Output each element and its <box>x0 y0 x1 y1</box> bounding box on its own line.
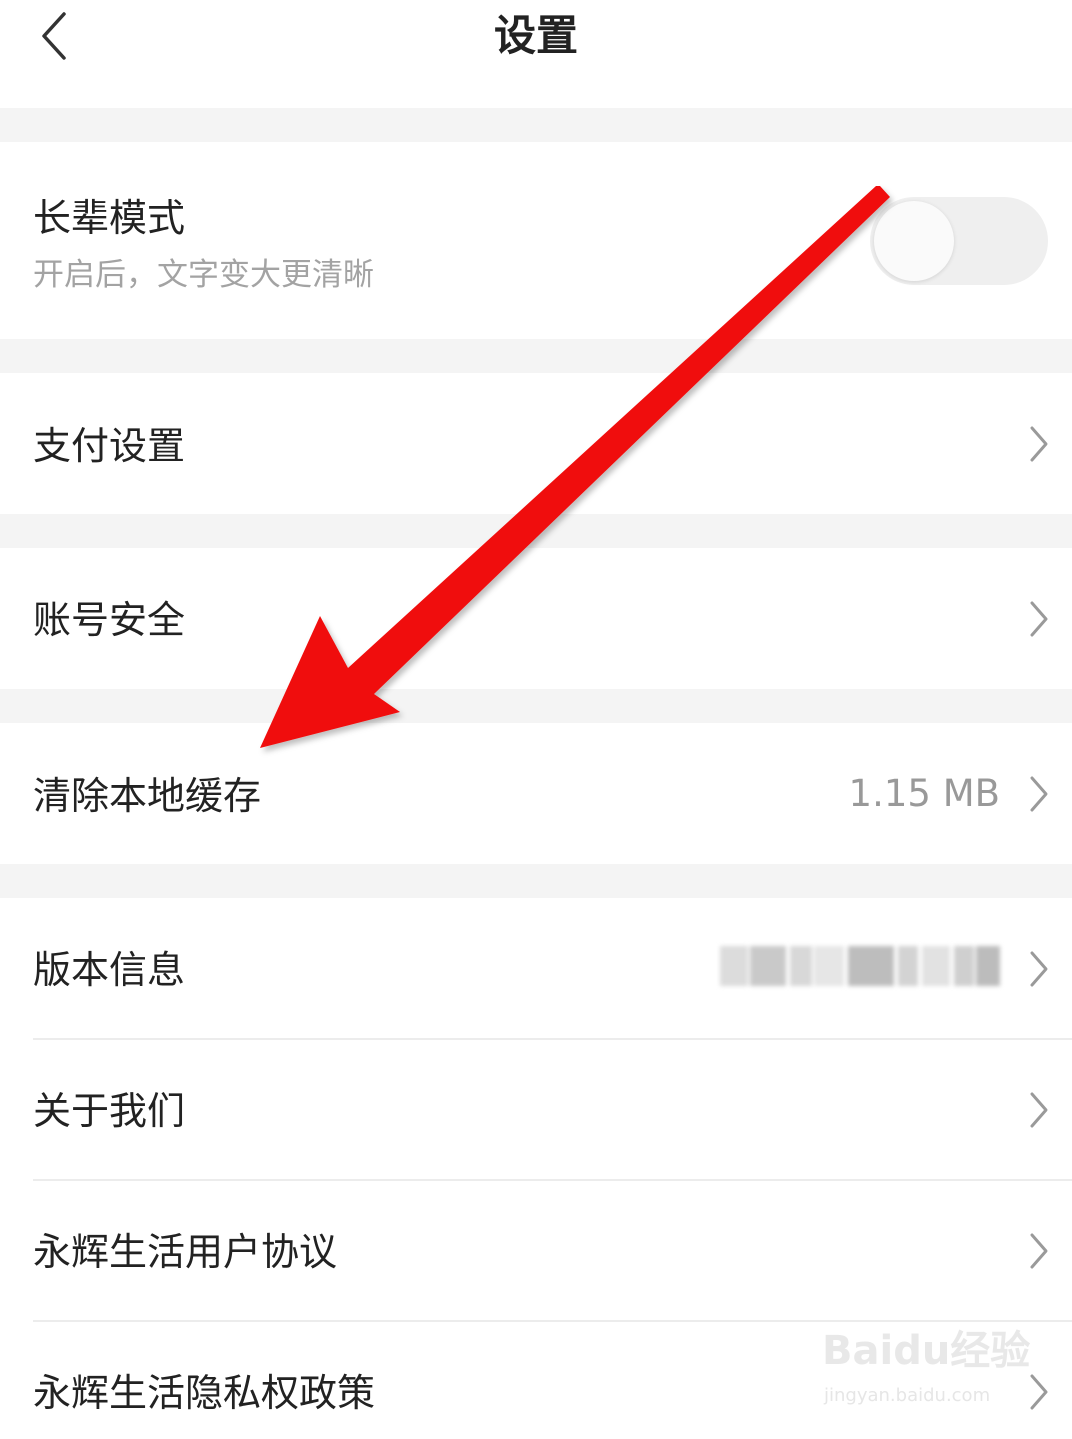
chevron-right-icon <box>1030 1092 1048 1128</box>
watermark-url: jingyan.baidu.com <box>824 1385 991 1406</box>
account-security-label: 账号安全 <box>33 598 186 642</box>
toggle-knob <box>874 201 954 281</box>
section-divider <box>0 514 1072 548</box>
chevron-right-icon <box>1030 951 1048 987</box>
account-security-row[interactable]: 账号安全 <box>0 548 1072 689</box>
chevron-right-icon <box>1030 601 1048 637</box>
section-divider <box>0 339 1072 373</box>
chevron-right-icon <box>1030 776 1048 812</box>
elder-mode-description: 开启后，文字变大更清晰 <box>33 257 374 293</box>
page-title: 设置 <box>493 11 578 60</box>
about-us-label: 关于我们 <box>33 1089 186 1133</box>
section-divider <box>0 108 1072 142</box>
watermark-brand: Baidu经验 <box>822 1328 1031 1374</box>
cache-size-value: 1.15 MB <box>848 772 1000 815</box>
section-divider <box>0 689 1072 723</box>
privacy-policy-label: 永辉生活隐私权政策 <box>33 1371 376 1415</box>
chevron-right-icon <box>1030 426 1048 462</box>
chevron-right-icon <box>1030 1374 1048 1410</box>
version-info-label: 版本信息 <box>33 948 186 992</box>
payment-settings-label: 支付设置 <box>33 424 186 468</box>
chevron-right-icon <box>1030 1233 1048 1269</box>
elder-mode-toggle[interactable] <box>870 197 1048 285</box>
clear-cache-label: 清除本地缓存 <box>33 774 262 818</box>
elder-mode-label: 长辈模式 <box>33 196 186 240</box>
payment-settings-row[interactable]: 支付设置 <box>0 373 1072 514</box>
about-us-row[interactable]: 关于我们 <box>0 1040 1072 1179</box>
section-divider <box>0 864 1072 898</box>
user-agreement-row[interactable]: 永辉生活用户协议 <box>0 1181 1072 1320</box>
blurred-version-value <box>720 946 1000 986</box>
user-agreement-label: 永辉生活用户协议 <box>33 1230 338 1274</box>
baidu-jingyan-watermark: Baidu经验 jingyan.baidu.com <box>818 1326 1030 1422</box>
clear-cache-row[interactable]: 清除本地缓存 1.15 MB <box>0 723 1072 864</box>
navigation-bar: 设置 <box>0 0 1072 108</box>
